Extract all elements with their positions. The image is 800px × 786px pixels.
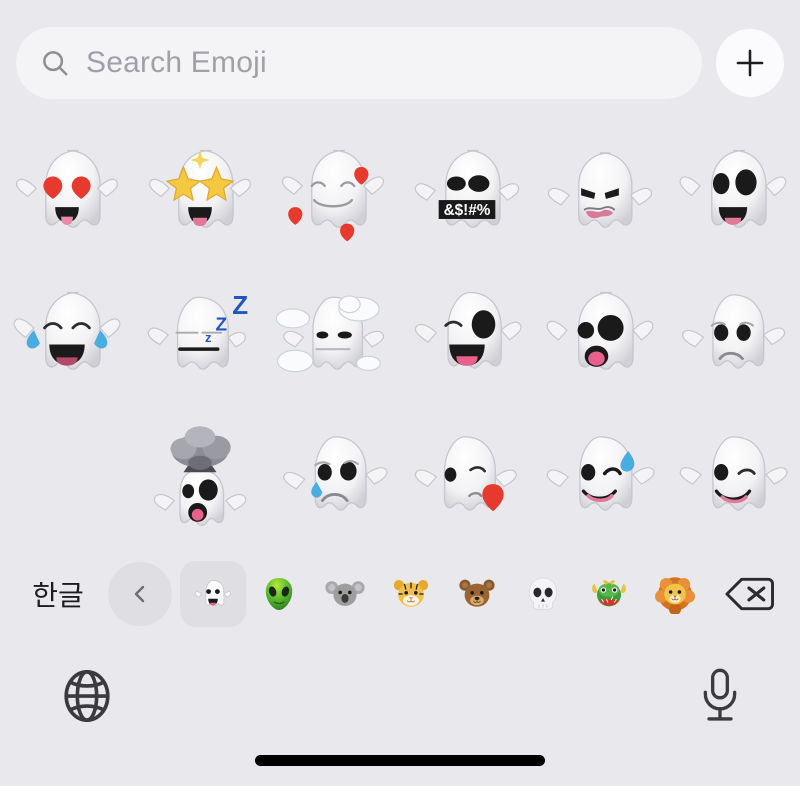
ghost-sleeping-sticker: Z Z z xyxy=(147,290,248,370)
ghost-kiss-heart-sticker xyxy=(414,436,517,512)
delete-backspace-icon xyxy=(725,577,774,611)
search-placeholder: Search Emoji xyxy=(86,46,267,79)
svg-text:z: z xyxy=(205,330,212,345)
sticker-cell[interactable] xyxy=(533,406,666,548)
sticker-cell[interactable] xyxy=(667,264,800,406)
ghost-grinning-sticker xyxy=(679,149,787,228)
alien-icon xyxy=(265,578,293,610)
category-bar: 한글 xyxy=(0,552,800,636)
category-koala-tab[interactable] xyxy=(312,561,378,627)
ghost-smiling-hearts-sticker xyxy=(282,149,385,242)
microphone-key[interactable] xyxy=(698,666,742,726)
bottom-toolbar xyxy=(0,648,800,744)
ghost-sweat-smile-sticker xyxy=(546,436,655,511)
sticker-row: &$!#% xyxy=(0,122,800,264)
ghost-head-in-clouds-sticker xyxy=(276,295,385,373)
sticker-cell[interactable] xyxy=(667,122,800,264)
category-dragon-tab[interactable] xyxy=(576,561,642,627)
ghost-icon xyxy=(194,579,232,607)
koala-icon xyxy=(325,581,365,606)
delete-key[interactable] xyxy=(714,562,784,626)
search-input[interactable]: Search Emoji xyxy=(16,27,702,99)
globe-key[interactable] xyxy=(58,667,116,725)
ghost-cursing-sticker: &$!#% xyxy=(414,149,519,228)
svg-text:Z: Z xyxy=(215,313,227,334)
category-lion-tab[interactable] xyxy=(642,561,708,627)
category-alien-tab[interactable] xyxy=(246,561,312,627)
globe-icon xyxy=(64,670,110,722)
dragon-icon xyxy=(592,580,626,607)
emoji-keyboard-screen: Search Emoji &$!#% Z Z z 한글 xyxy=(0,0,800,786)
sticker-cell[interactable] xyxy=(133,122,266,264)
sticker-cell[interactable]: Z Z z xyxy=(133,264,266,406)
category-tiger-tab[interactable] xyxy=(378,561,444,627)
sticker-cell[interactable] xyxy=(133,406,266,548)
previous-page-button[interactable] xyxy=(108,562,172,626)
category-skull-tab[interactable] xyxy=(510,561,576,627)
microphone-icon xyxy=(703,668,737,721)
lion-icon xyxy=(655,577,695,614)
sticker-cell[interactable] xyxy=(667,406,800,548)
skull-icon xyxy=(529,577,557,610)
add-sticker-button[interactable] xyxy=(716,29,784,97)
svg-text:&$!#%: &$!#% xyxy=(443,202,490,219)
ghost-exploding-head-sticker xyxy=(153,426,247,527)
ghost-winking-tongue-sticker xyxy=(414,291,522,369)
category-ghost-tab[interactable] xyxy=(180,561,246,627)
ghost-shocked-sticker xyxy=(546,291,654,370)
sticker-cell[interactable] xyxy=(400,406,533,548)
sticker-cell[interactable] xyxy=(267,406,400,548)
ghost-wink-sticker xyxy=(679,436,788,511)
ghost-tears-of-joy-sticker xyxy=(13,291,121,370)
sticker-cell[interactable] xyxy=(400,264,533,406)
home-indicator xyxy=(255,755,545,766)
search-icon xyxy=(43,51,68,76)
category-bear-tab[interactable] xyxy=(444,561,510,627)
sticker-row xyxy=(0,406,800,548)
sticker-row: Z Z z xyxy=(0,264,800,406)
bear-icon xyxy=(459,579,495,607)
sticker-cell[interactable] xyxy=(533,122,666,264)
tiger-icon xyxy=(393,580,429,607)
sticker-cell[interactable] xyxy=(533,264,666,406)
sticker-grid: &$!#% Z Z z xyxy=(0,122,800,547)
sticker-cell[interactable] xyxy=(267,122,400,264)
search-row: Search Emoji xyxy=(0,22,800,104)
chevron-left-icon xyxy=(134,585,145,603)
ghost-heart-eyes-sticker xyxy=(15,149,118,228)
svg-text:Z: Z xyxy=(232,290,248,320)
sticker-cell[interactable] xyxy=(267,264,400,406)
category-list xyxy=(180,561,714,627)
language-switch-key[interactable]: 한글 xyxy=(16,574,100,614)
ghost-angry-sticker xyxy=(547,152,653,228)
sticker-cell[interactable] xyxy=(0,122,133,264)
ghost-star-struck-sticker xyxy=(148,149,251,228)
ghost-sad-sticker xyxy=(682,294,786,369)
ghost-crying-sticker xyxy=(283,436,388,511)
sticker-cell[interactable]: &$!#% xyxy=(400,122,533,264)
sticker-cell[interactable] xyxy=(0,264,133,406)
plus-icon xyxy=(736,49,764,77)
